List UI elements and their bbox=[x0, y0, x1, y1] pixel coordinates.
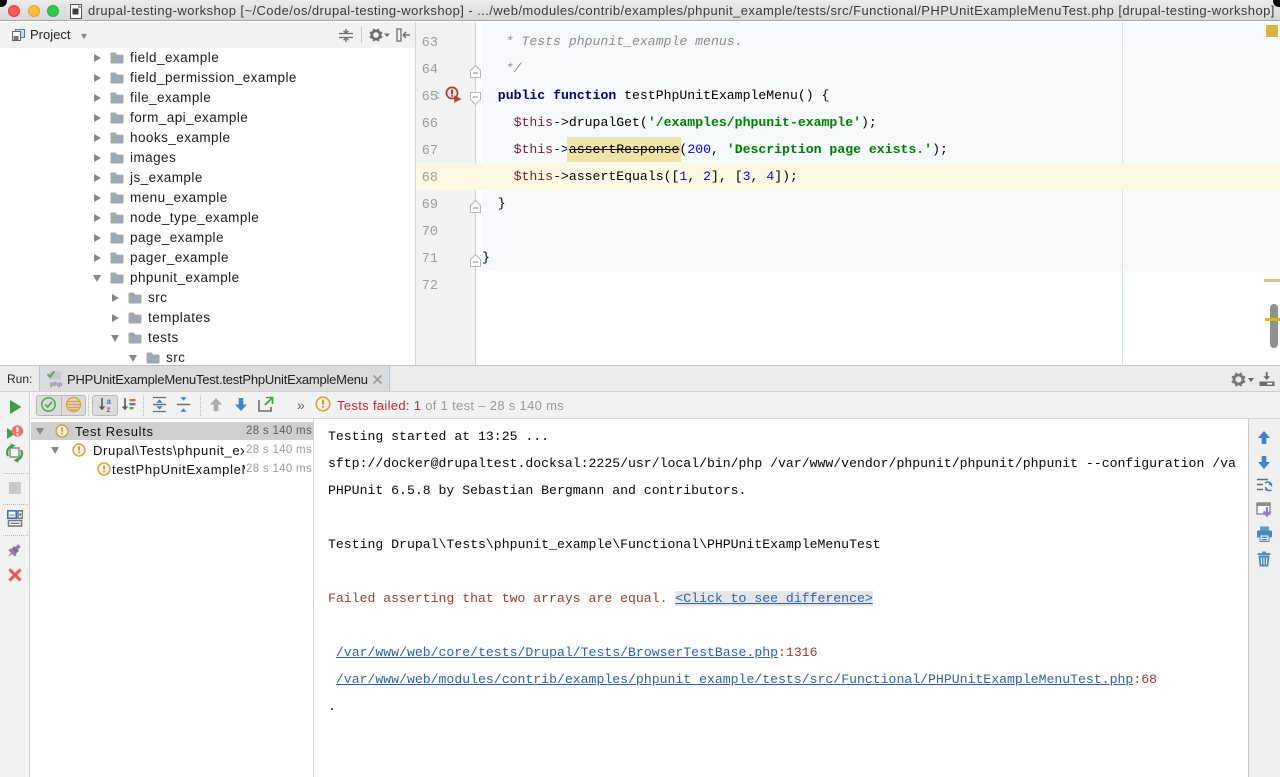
svg-text:php: php bbox=[50, 381, 62, 388]
svg-text:z: z bbox=[107, 405, 111, 413]
